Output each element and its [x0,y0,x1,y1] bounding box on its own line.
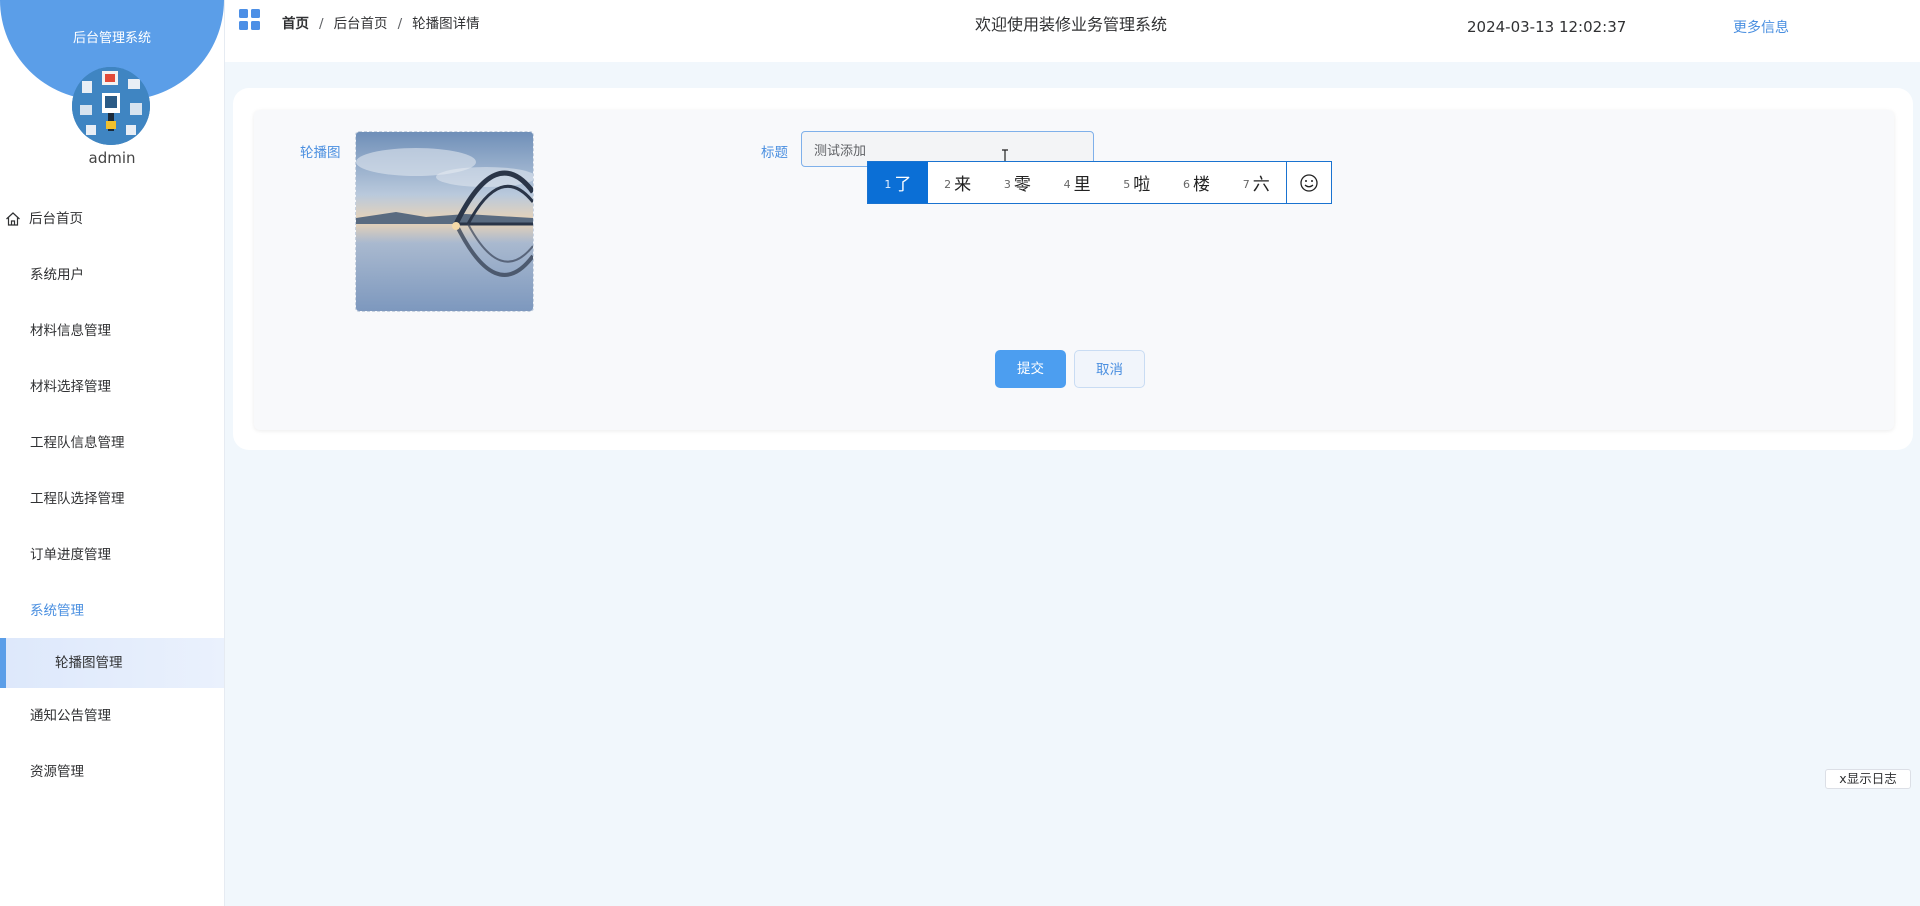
more-info-link[interactable]: 更多信息 [1733,17,1789,37]
breadcrumb-item-dashboard[interactable]: 后台首页 [334,16,388,32]
top-header: 首页 / 后台首页 / 轮播图详情 欢迎使用装修业务管理系统 2024-03-13 12… [225,0,1920,62]
active-indicator [0,638,6,688]
home-icon [6,212,20,226]
title-label: 标题 [761,145,788,161]
smiley-icon[interactable] [1286,162,1331,203]
ime-candidate-5[interactable]: 5啦 [1107,162,1167,203]
ime-candidate-4[interactable]: 4里 [1047,162,1107,203]
sidebar-item-label: 材料选择管理 [30,379,111,395]
avatar[interactable] [72,67,150,145]
ime-candidate-3[interactable]: 3零 [987,162,1047,203]
ime-candidate-1[interactable]: 1了 [868,162,928,203]
sidebar-item-resource-management[interactable]: 资源管理 [0,754,224,790]
grid-menu-icon[interactable] [239,9,261,31]
show-log-button[interactable]: x显示日志 [1825,769,1911,789]
carousel-image-label: 轮播图 [300,145,341,161]
ime-candidate-bar: 1了 2来 3零 4里 5啦 6楼 7六 [867,161,1332,204]
sidebar-item-system-management[interactable]: 系统管理 [0,593,224,629]
cancel-button[interactable]: 取消 [1074,350,1145,388]
sidebar-item-team-info[interactable]: 工程队信息管理 [0,425,224,461]
sidebar-item-order-progress[interactable]: 订单进度管理 [0,537,224,573]
carousel-image-upload[interactable] [355,131,534,312]
sidebar-item-label: 订单进度管理 [30,547,111,563]
sidebar-item-label: 工程队信息管理 [30,435,125,451]
sidebar-item-home[interactable]: 后台首页 [0,201,224,237]
sidebar-item-material-info[interactable]: 材料信息管理 [0,313,224,349]
breadcrumb-item-current: 轮播图详情 [412,16,480,32]
breadcrumb-separator: / [397,16,403,32]
current-datetime: 2024-03-13 12:02:37 [1467,18,1627,36]
sidebar-item-label: 资源管理 [30,764,84,780]
ime-candidate-2[interactable]: 2来 [928,162,988,203]
breadcrumb-item-home[interactable]: 首页 [282,16,309,32]
sidebar-item-material-selection[interactable]: 材料选择管理 [0,369,224,405]
sidebar-item-label: 后台首页 [29,211,83,227]
sidebar-item-system-users[interactable]: 系统用户 [0,257,224,293]
welcome-text: 欢迎使用装修业务管理系统 [975,15,1168,34]
sidebar-item-label: 轮播图管理 [55,655,123,671]
system-title: 后台管理系统 [72,31,151,46]
sidebar-item-team-selection[interactable]: 工程队选择管理 [0,481,224,517]
sidebar-item-label: 工程队选择管理 [30,491,125,507]
submit-button[interactable]: 提交 [995,350,1066,388]
ime-candidate-7[interactable]: 7六 [1226,162,1286,203]
username: admin [88,149,136,167]
sidebar-item-label: 通知公告管理 [30,708,111,724]
sidebar: 后台管理系统 admin 后台首页 系统用户 材料信息管理 材料选择管理 工程队… [0,0,225,906]
sidebar-item-carousel-management[interactable]: 轮播图管理 [0,638,224,688]
breadcrumb: 首页 / 后台首页 / 轮播图详情 [282,12,480,32]
breadcrumb-separator: / [319,16,324,32]
sidebar-item-notice-management[interactable]: 通知公告管理 [0,698,224,734]
sidebar-item-label: 系统用户 [30,267,84,283]
sidebar-item-label: 系统管理 [30,603,84,619]
ime-candidate-6[interactable]: 6楼 [1167,162,1227,203]
sidebar-item-label: 材料信息管理 [30,323,111,339]
